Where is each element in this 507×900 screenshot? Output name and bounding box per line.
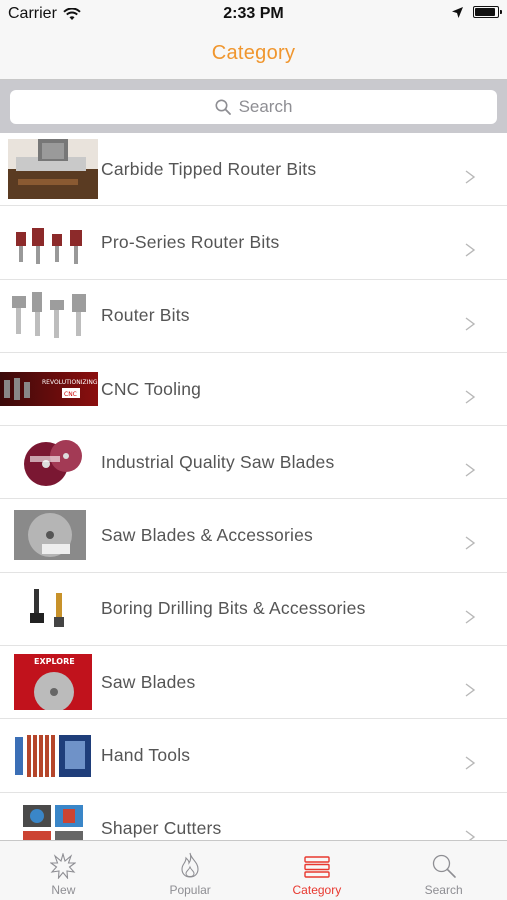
category-row[interactable]: Saw Blades & Accessories bbox=[0, 499, 507, 573]
chevron-right-icon bbox=[465, 830, 476, 840]
shaper-cutters-photo-thumbnail bbox=[8, 799, 98, 840]
search-icon bbox=[215, 99, 231, 115]
magnifier-icon bbox=[432, 854, 456, 878]
category-row[interactable]: Industrial Quality Saw Blades bbox=[0, 426, 507, 500]
boring-bits-photo-thumbnail bbox=[8, 578, 98, 639]
chevron-right-icon bbox=[465, 536, 476, 551]
category-label: Pro-Series Router Bits bbox=[101, 231, 280, 252]
status-right bbox=[452, 6, 502, 18]
category-label: Hand Tools bbox=[101, 745, 191, 766]
chevron-right-icon bbox=[465, 463, 476, 477]
svg-text:EXPLORE: EXPLORE bbox=[34, 657, 75, 666]
category-label: Saw Blades bbox=[101, 671, 196, 692]
tab-search-label: Search bbox=[424, 883, 463, 897]
chevron-right-icon bbox=[465, 756, 476, 770]
category-label: CNC Tooling bbox=[101, 378, 202, 399]
category-row[interactable]: Shaper Cutters bbox=[0, 793, 507, 840]
tab-category[interactable]: Category bbox=[254, 841, 381, 900]
tab-category-label: Category bbox=[292, 883, 342, 897]
chevron-right-icon bbox=[465, 390, 476, 404]
tab-search[interactable]: Search bbox=[380, 841, 507, 900]
flame-icon bbox=[181, 852, 199, 878]
chevron-right-icon bbox=[465, 317, 476, 331]
category-list: Carbide Tipped Router Bits Pro-Series Ro… bbox=[0, 133, 507, 840]
search-input[interactable]: Search bbox=[10, 89, 497, 124]
category-label: Boring Drilling Bits & Accessories bbox=[101, 598, 366, 619]
search-placeholder: Search bbox=[238, 96, 293, 116]
category-row[interactable]: EXPLORE Saw Blades bbox=[0, 646, 507, 720]
category-row[interactable]: Boring Drilling Bits & Accessories bbox=[0, 573, 507, 647]
category-row[interactable]: Pro-Series Router Bits bbox=[0, 206, 507, 280]
router-bits-photo-thumbnail bbox=[8, 285, 98, 346]
svg-text:REVOLUTIONIZING: REVOLUTIONIZING bbox=[42, 379, 98, 386]
nav-bar: Category bbox=[0, 28, 507, 80]
category-label: Saw Blades & Accessories bbox=[101, 525, 313, 546]
category-label: Carbide Tipped Router Bits bbox=[101, 158, 317, 179]
chevron-right-icon bbox=[465, 243, 476, 257]
chevron-right-icon bbox=[465, 170, 476, 184]
category-row[interactable]: REVOLUTIONIZING CNC CNC Tooling bbox=[0, 353, 507, 427]
category-row[interactable]: Router Bits bbox=[0, 280, 507, 353]
router-table-photo-thumbnail bbox=[8, 139, 98, 200]
category-label: Industrial Quality Saw Blades bbox=[101, 451, 335, 472]
page-title: Category bbox=[211, 42, 296, 64]
tab-popular-label: Popular bbox=[169, 883, 211, 897]
category-label: Router Bits bbox=[101, 305, 190, 326]
tab-new-label: New bbox=[51, 883, 76, 897]
category-label: Shaper Cutters bbox=[101, 818, 222, 839]
cnc-banner-thumbnail: REVOLUTIONIZING CNC bbox=[0, 359, 98, 419]
saw-blades-photo-thumbnail bbox=[8, 432, 98, 493]
tab-popular[interactable]: Popular bbox=[127, 841, 254, 900]
category-row[interactable]: Hand Tools bbox=[0, 719, 507, 793]
pro-router-bits-photo-thumbnail bbox=[8, 212, 98, 273]
saw-blade-box-photo-thumbnail bbox=[8, 505, 98, 566]
svg-text:CNC: CNC bbox=[64, 391, 77, 398]
search-bar: Search bbox=[0, 80, 507, 133]
chevron-right-icon bbox=[465, 610, 476, 624]
explore-saw-blades-thumbnail: EXPLORE bbox=[8, 652, 98, 712]
status-time: 2:33 PM bbox=[223, 5, 284, 22]
tab-bar: New Popular Category Search bbox=[0, 840, 507, 900]
category-row[interactable]: Carbide Tipped Router Bits bbox=[0, 133, 507, 207]
chevron-right-icon bbox=[465, 683, 476, 697]
location-arrow-icon bbox=[452, 6, 463, 18]
starburst-icon bbox=[50, 853, 77, 879]
battery-icon bbox=[473, 6, 502, 18]
list-icon bbox=[304, 856, 330, 878]
hand-tools-photo-thumbnail bbox=[8, 726, 98, 786]
tab-new[interactable]: New bbox=[0, 841, 127, 900]
status-bar: Carrier 2:33 PM bbox=[0, 0, 507, 28]
